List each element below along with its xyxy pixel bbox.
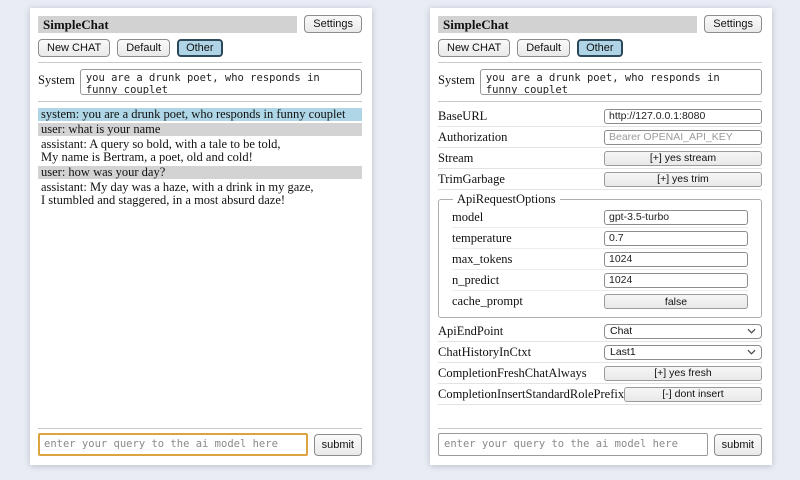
model-label: model — [452, 210, 604, 225]
chat-session-tab-other[interactable]: Other — [577, 39, 623, 57]
completion-fresh-chat-toggle-button[interactable]: [+] yes fresh — [604, 366, 762, 381]
cache-prompt-toggle-button[interactable]: false — [604, 294, 748, 309]
titlebar: SimpleChat Settings — [38, 15, 362, 33]
chat-message-user: user: how was your day? — [38, 166, 362, 179]
setting-row-baseurl: BaseURL — [438, 106, 762, 127]
api-endpoint-label: ApiEndPoint — [438, 324, 604, 339]
new-chat-button[interactable]: New CHAT — [38, 39, 110, 57]
chevron-down-icon — [747, 328, 756, 334]
chat-session-tab-other[interactable]: Other — [177, 39, 223, 57]
setting-row-n-predict: n_predict — [452, 270, 748, 291]
n-predict-label: n_predict — [452, 273, 604, 288]
stream-label: Stream — [438, 151, 604, 166]
chat-history-in-ctxt-label: ChatHistoryInCtxt — [438, 345, 604, 360]
chat-panel: SimpleChat Settings New CHAT Default Oth… — [30, 8, 372, 465]
max-tokens-input[interactable] — [604, 252, 748, 267]
settings-button[interactable]: Settings — [704, 15, 762, 33]
setting-row-cache-prompt: cache_prompt false — [452, 291, 748, 312]
divider — [38, 62, 362, 63]
system-prompt-input[interactable]: you are a drunk poet, who responds in fu… — [480, 69, 762, 95]
setting-row-max-tokens: max_tokens — [452, 249, 748, 270]
settings-button[interactable]: Settings — [304, 15, 362, 33]
divider — [38, 101, 362, 102]
chat-message-system: system: you are a drunk poet, who respon… — [38, 108, 362, 121]
max-tokens-label: max_tokens — [452, 252, 604, 267]
user-query-input[interactable] — [38, 433, 308, 456]
system-prompt-label: System — [438, 69, 475, 88]
settings-panel: SimpleChat Settings New CHAT Default Oth… — [430, 8, 772, 465]
completion-insert-role-prefix-toggle-button[interactable]: [-] dont insert — [624, 387, 762, 402]
chevron-down-icon — [747, 349, 756, 355]
completion-fresh-chat-always-label: CompletionFreshChatAlways — [438, 366, 604, 381]
titlebar: SimpleChat Settings — [438, 15, 762, 33]
setting-row-stream: Stream [+] yes stream — [438, 148, 762, 169]
baseurl-label: BaseURL — [438, 109, 604, 124]
system-prompt-input[interactable]: you are a drunk poet, who responds in fu… — [80, 69, 362, 95]
chat-session-tab-default[interactable]: Default — [517, 39, 570, 57]
settings-list: BaseURL Authorization Stream [+] yes str… — [438, 106, 762, 405]
new-chat-button[interactable]: New CHAT — [438, 39, 510, 57]
query-bar: submit — [438, 423, 762, 456]
setting-row-completion-fresh-chat-always: CompletionFreshChatAlways [+] yes fresh — [438, 363, 762, 384]
n-predict-input[interactable] — [604, 273, 748, 288]
setting-row-trim-garbage: TrimGarbage [+] yes trim — [438, 169, 762, 190]
trim-garbage-toggle-button[interactable]: [+] yes trim — [604, 172, 762, 187]
chat-message-assistant: assistant: A query so bold, with a tale … — [38, 138, 362, 164]
authorization-label: Authorization — [438, 130, 604, 145]
divider — [438, 428, 762, 429]
api-endpoint-select[interactable]: Chat — [604, 324, 762, 339]
stream-toggle-button[interactable]: [+] yes stream — [604, 151, 762, 166]
baseurl-input[interactable] — [604, 109, 762, 124]
chat-message-assistant: assistant: My day was a haze, with a dri… — [38, 181, 362, 207]
api-request-options-legend: ApiRequestOptions — [453, 192, 560, 207]
system-prompt-label: System — [38, 69, 75, 88]
api-endpoint-selected-value: Chat — [610, 325, 632, 337]
authorization-input[interactable] — [604, 130, 762, 145]
chat-session-tabs: New CHAT Default Other — [438, 39, 762, 57]
app-title: SimpleChat — [38, 16, 297, 33]
submit-button[interactable]: submit — [714, 434, 762, 456]
app-title: SimpleChat — [438, 16, 697, 33]
setting-row-temperature: temperature — [452, 228, 748, 249]
divider — [438, 101, 762, 102]
chat-history-in-ctxt-select[interactable]: Last1 — [604, 345, 762, 360]
setting-row-api-endpoint: ApiEndPoint Chat — [438, 321, 762, 342]
temperature-input[interactable] — [604, 231, 748, 246]
system-prompt-row: System you are a drunk poet, who respond… — [38, 69, 362, 95]
chat-message-user: user: what is your name — [38, 123, 362, 136]
user-query-input[interactable] — [438, 433, 708, 456]
submit-button[interactable]: submit — [314, 434, 362, 456]
chat-session-tabs: New CHAT Default Other — [38, 39, 362, 57]
cache-prompt-label: cache_prompt — [452, 294, 604, 309]
completion-insert-standard-role-prefix-label: CompletionInsertStandardRolePrefix — [438, 387, 624, 402]
divider — [38, 428, 362, 429]
chat-session-tab-default[interactable]: Default — [117, 39, 170, 57]
trim-garbage-label: TrimGarbage — [438, 172, 604, 187]
system-prompt-row: System you are a drunk poet, who respond… — [438, 69, 762, 95]
query-bar: submit — [38, 423, 362, 456]
model-input[interactable] — [604, 210, 748, 225]
setting-row-authorization: Authorization — [438, 127, 762, 148]
chat-message-list: system: you are a drunk poet, who respon… — [38, 108, 362, 209]
api-request-options-fieldset: ApiRequestOptions model temperature max_… — [438, 192, 762, 318]
setting-row-model: model — [452, 207, 748, 228]
setting-row-chat-history-in-ctxt: ChatHistoryInCtxt Last1 — [438, 342, 762, 363]
temperature-label: temperature — [452, 231, 604, 246]
divider — [438, 62, 762, 63]
setting-row-completion-insert-standard-role-prefix: CompletionInsertStandardRolePrefix [-] d… — [438, 384, 762, 405]
chat-history-selected-value: Last1 — [610, 346, 636, 358]
